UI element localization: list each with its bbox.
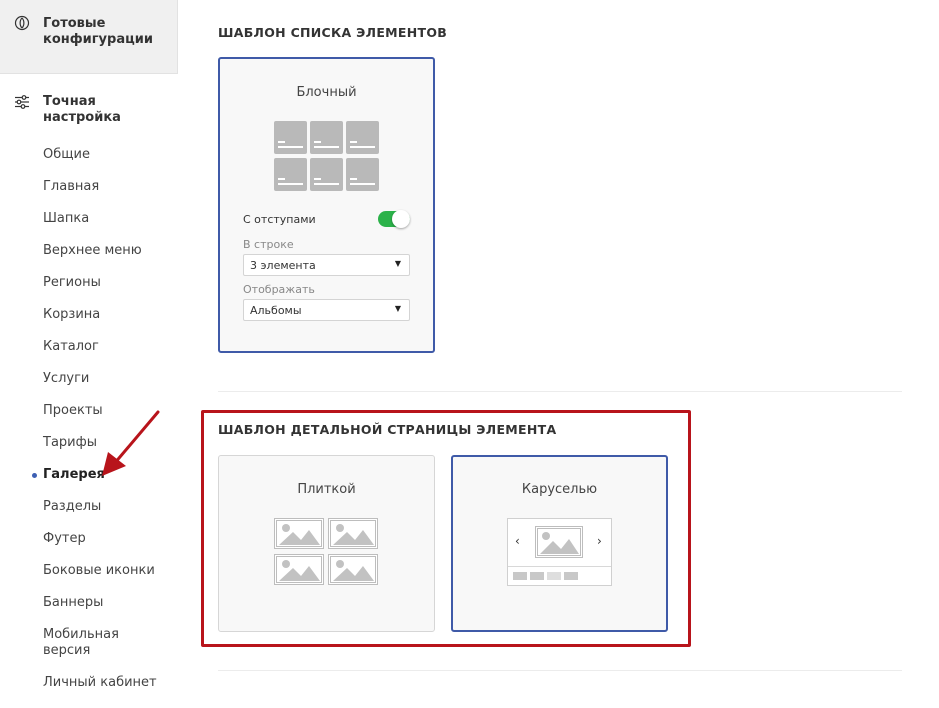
ready-configs-icon [14,15,30,31]
image-placeholder-icon [274,518,324,549]
settings-sliders-icon [14,94,30,110]
list-template-title: ШАБЛОН СПИСКА ЭЛЕМЕНТОВ [218,25,448,40]
sidebar-item-catalog[interactable]: Каталог [43,339,99,355]
tile-template-card[interactable]: Плиткой [218,455,435,632]
image-placeholder-icon [328,554,378,585]
sidebar-item-main[interactable]: Главная [43,179,99,195]
section-divider [218,391,902,392]
per-row-select[interactable]: 3 элемента ▼ [243,254,410,276]
sidebar-item-footer[interactable]: Футер [43,531,86,547]
red-arrow-annotation [102,410,160,476]
sidebar-item-services[interactable]: Услуги [43,371,89,387]
sidebar-item-banners[interactable]: Баннеры [43,595,103,611]
per-row-value: 3 элемента [250,259,316,272]
sidebar-item-regions[interactable]: Регионы [43,275,101,291]
sidebar-item-cart[interactable]: Корзина [43,307,100,323]
image-placeholder-icon [274,554,324,585]
active-indicator-dot [32,473,37,478]
image-placeholder-icon [328,518,378,549]
display-label: Отображать [243,283,315,296]
chevron-down-icon: ▼ [394,259,401,268]
sidebar-item-mobile[interactable]: Мобильная версия [43,627,119,659]
ready-configs-title: Готовые конфигурации [43,16,153,47]
fine-tuning-title: Точная настройка [43,94,121,125]
toggle-knob [392,210,410,228]
sidebar-item-tariffs[interactable]: Тарифы [43,435,97,451]
detail-template-title: ШАБЛОН ДЕТАЛЬНОЙ СТРАНИЦЫ ЭЛЕМЕНТА [218,422,557,437]
chevron-left-icon: ‹ [515,534,520,548]
sidebar-item-header[interactable]: Шапка [43,211,89,227]
tile-template-label: Плиткой [297,482,356,497]
chevron-down-icon: ▼ [394,304,401,313]
display-select[interactable]: Альбомы ▼ [243,299,410,321]
image-placeholder-icon [535,526,583,558]
display-value: Альбомы [250,304,302,317]
padding-label: С отступами [243,213,316,226]
carousel-template-label: Каруселью [521,482,598,497]
sidebar-item-account[interactable]: Личный кабинет [43,675,157,691]
ready-configs-section[interactable]: Готовые конфигурации [0,0,178,74]
sidebar-item-sections[interactable]: Разделы [43,499,101,515]
sidebar-item-projects[interactable]: Проекты [43,403,103,419]
per-row-label: В строке [243,238,294,251]
section-divider [218,670,902,671]
sidebar-item-side-icons[interactable]: Боковые иконки [43,563,155,579]
sidebar-item-top-menu[interactable]: Верхнее меню [43,243,142,259]
carousel-divider [508,566,611,567]
chevron-right-icon: › [597,534,602,548]
block-template-label: Блочный [296,85,357,100]
sidebar-item-general[interactable]: Общие [43,147,90,163]
sidebar-item-gallery[interactable]: Галерея [43,467,105,483]
padding-toggle[interactable] [378,210,410,228]
